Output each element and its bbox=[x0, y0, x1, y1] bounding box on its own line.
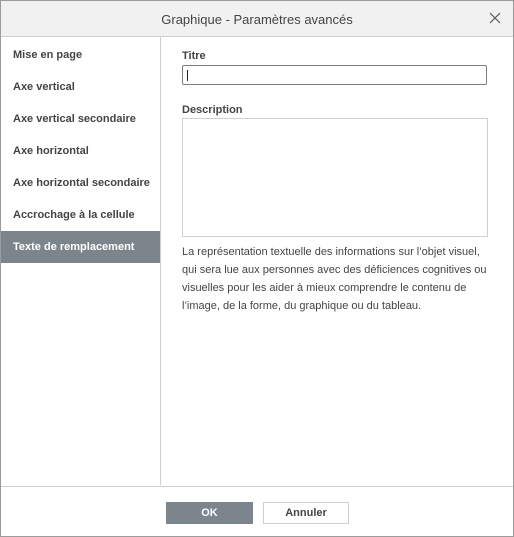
title-input[interactable] bbox=[182, 65, 487, 85]
sidebar-item-alt-text[interactable]: Texte de remplacement bbox=[1, 231, 160, 263]
text-cursor bbox=[187, 70, 188, 81]
alt-text-help: La représentation textuelle des informat… bbox=[182, 246, 487, 312]
cancel-button[interactable]: Annuler bbox=[263, 502, 349, 524]
description-textarea[interactable] bbox=[182, 118, 488, 237]
alt-text-panel: Titre Description La représentation text… bbox=[182, 37, 492, 485]
sidebar-item-secondary-vertical-axis[interactable]: Axe vertical secondaire bbox=[1, 103, 160, 135]
sidebar-item-vertical-axis[interactable]: Axe vertical bbox=[1, 71, 160, 103]
ok-button[interactable]: OK bbox=[166, 502, 253, 524]
sidebar-item-layout[interactable]: Mise en page bbox=[1, 39, 160, 71]
title-field-wrapper bbox=[182, 37, 492, 97]
dialog-titlebar: Graphique - Paramètres avancés bbox=[1, 1, 513, 37]
sidebar-item-secondary-horizontal-axis[interactable]: Axe horizontal secondaire bbox=[1, 167, 160, 199]
close-icon[interactable] bbox=[487, 10, 503, 26]
dialog-footer: OK Annuler bbox=[1, 486, 513, 537]
description-label: Description bbox=[182, 104, 243, 116]
advanced-settings-dialog: Graphique - Paramètres avancés Mise en p… bbox=[0, 0, 514, 537]
dialog-title: Graphique - Paramètres avancés bbox=[161, 12, 353, 27]
sidebar-item-horizontal-axis[interactable]: Axe horizontal bbox=[1, 135, 160, 167]
sidebar-item-cell-snapping[interactable]: Accrochage à la cellule bbox=[1, 199, 160, 231]
settings-sidebar: Mise en page Axe vertical Axe vertical s… bbox=[1, 37, 161, 485]
